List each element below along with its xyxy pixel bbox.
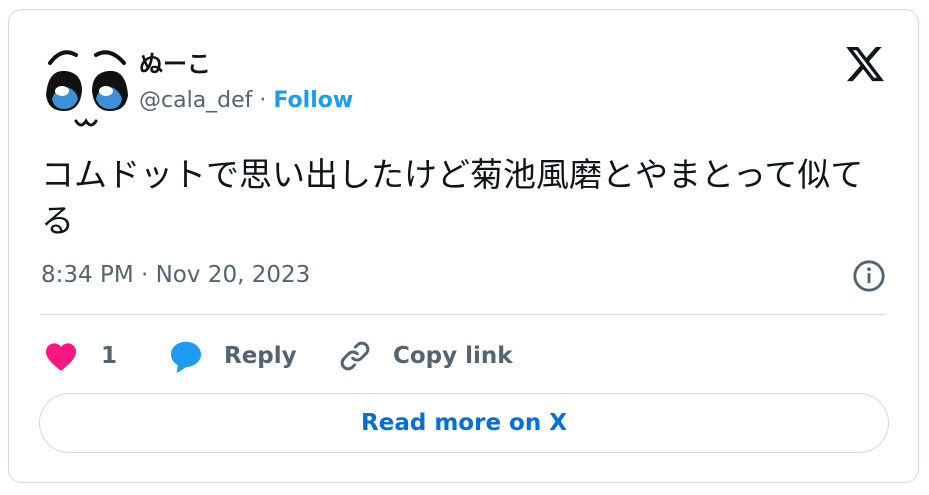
meta-separator: · — [259, 88, 267, 113]
tweet-timestamp[interactable]: 8:34 PM · Nov 20, 2023 — [41, 262, 310, 288]
tweet-text: コムドットで思い出したけど菊池風磨とやまとって似てる — [41, 155, 864, 240]
like-button[interactable]: 1 — [43, 336, 117, 376]
like-count: 1 — [101, 343, 118, 369]
follow-link[interactable]: Follow — [273, 88, 353, 113]
divider — [41, 314, 886, 315]
author-meta: @cala_def · Follow — [139, 88, 353, 113]
tweet-card: ぬーこ @cala_def · Follow コムドットで思い出したけど菊池風磨… — [8, 9, 919, 483]
x-logo-icon[interactable] — [844, 43, 886, 85]
reply-label: Reply — [224, 343, 297, 369]
display-name[interactable]: ぬーこ — [139, 44, 211, 79]
handle[interactable]: @cala_def — [139, 88, 252, 113]
avatar[interactable] — [40, 39, 132, 131]
read-more-button[interactable]: Read more on X — [39, 393, 889, 453]
info-icon[interactable] — [852, 259, 886, 293]
copy-link-label: Copy link — [393, 343, 513, 369]
speech-bubble-icon — [171, 341, 201, 373]
action-bar: 1 Reply Copy link — [41, 336, 841, 376]
avatar-face-icon — [40, 39, 132, 131]
heart-icon — [46, 343, 76, 371]
link-icon — [340, 341, 370, 371]
reply-button[interactable]: Reply — [168, 336, 297, 376]
copy-link-button[interactable]: Copy link — [337, 336, 513, 376]
